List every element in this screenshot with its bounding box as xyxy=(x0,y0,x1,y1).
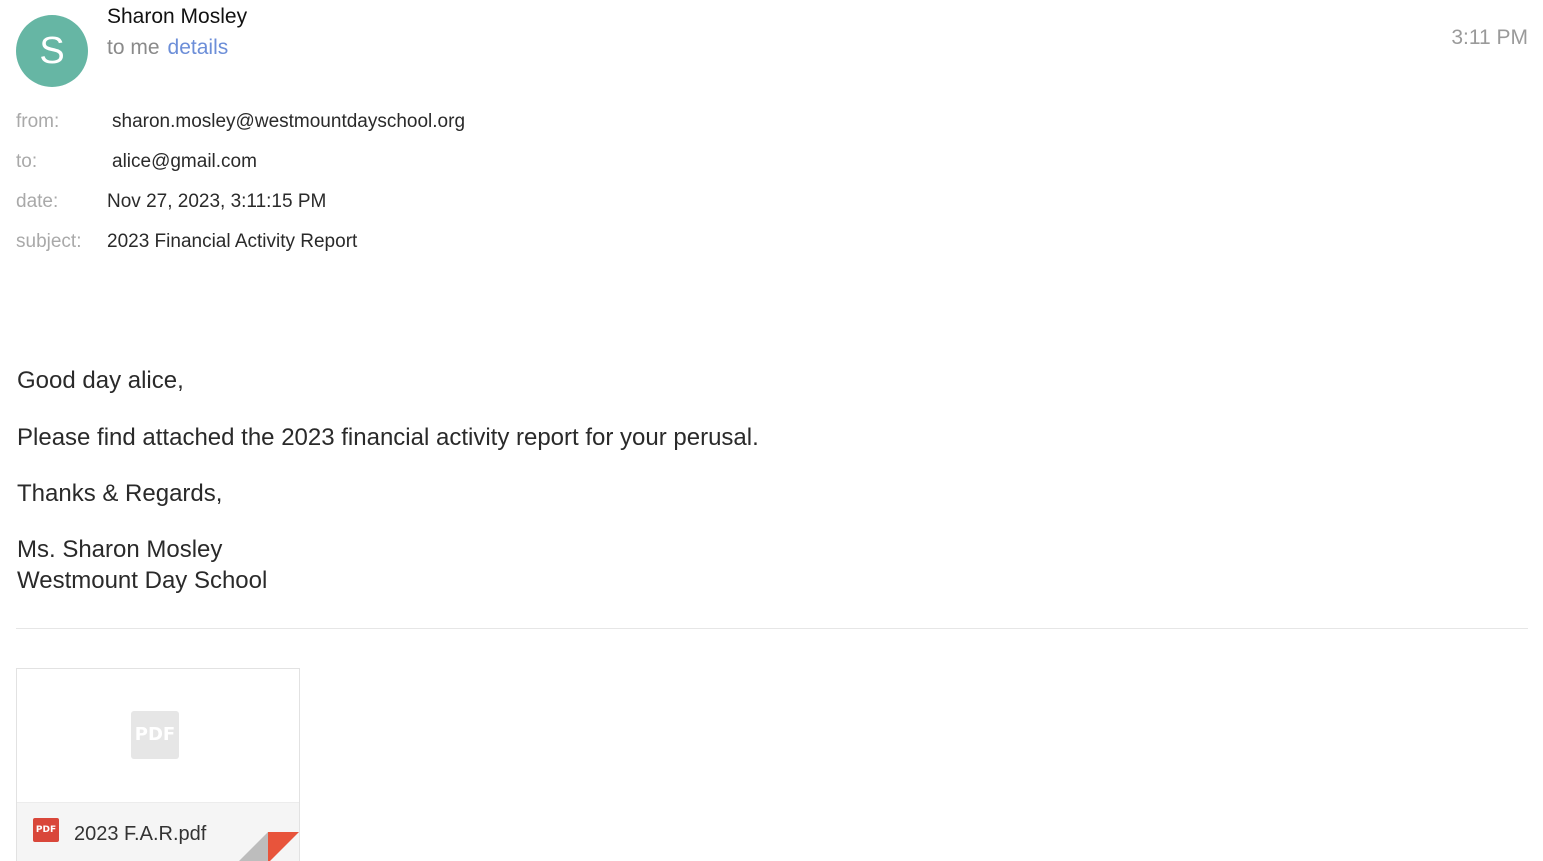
recipient-summary: to me details xyxy=(107,36,228,60)
attachment-card[interactable]: PDF PDF 2023 F.A.R.pdf xyxy=(16,668,300,861)
meta-date-row: date: Nov 27, 2023, 3:11:15 PM xyxy=(16,190,326,214)
to-label: to: xyxy=(16,151,38,172)
date-label: date: xyxy=(16,191,59,212)
details-link[interactable]: details xyxy=(168,36,229,59)
to-value[interactable]: alice@gmail.com xyxy=(112,150,257,174)
from-label: from: xyxy=(16,111,60,132)
signature-name: Ms. Sharon Mosley xyxy=(17,536,223,563)
attachment-preview[interactable]: PDF xyxy=(17,669,299,802)
signature-org: Westmount Day School xyxy=(17,567,268,594)
meta-to-row: to: alice@gmail.com xyxy=(16,150,257,174)
to-me-text: to me xyxy=(107,36,160,59)
meta-from-row: from: sharon.mosley@westmountdayschool.o… xyxy=(16,110,465,134)
from-value[interactable]: sharon.mosley@westmountdayschool.org xyxy=(112,110,465,134)
attachments-divider xyxy=(16,628,1528,629)
greeting: Good day alice, xyxy=(17,367,184,394)
attachment-footer[interactable]: PDF 2023 F.A.R.pdf xyxy=(17,802,299,861)
sender-avatar[interactable]: S xyxy=(16,15,88,87)
date-value: Nov 27, 2023, 3:11:15 PM xyxy=(107,191,327,212)
pdf-icon: PDF xyxy=(33,818,59,842)
received-time: 3:11 PM xyxy=(1451,26,1528,49)
meta-subject-row: subject: 2023 Financial Activity Report xyxy=(16,230,357,254)
email-view: S Sharon Mosley to me details 3:11 PM fro… xyxy=(0,0,1543,861)
subject-label: subject: xyxy=(16,231,82,252)
sender-name[interactable]: Sharon Mosley xyxy=(107,5,247,29)
corner-fold-icon xyxy=(239,832,299,861)
attachment-filename[interactable]: 2023 F.A.R.pdf xyxy=(74,823,206,846)
body-paragraph: Please find attached the 2023 financial … xyxy=(17,424,759,451)
subject-value: 2023 Financial Activity Report xyxy=(107,231,358,252)
closing: Thanks & Regards, xyxy=(17,480,223,507)
pdf-preview-icon: PDF xyxy=(131,711,179,759)
